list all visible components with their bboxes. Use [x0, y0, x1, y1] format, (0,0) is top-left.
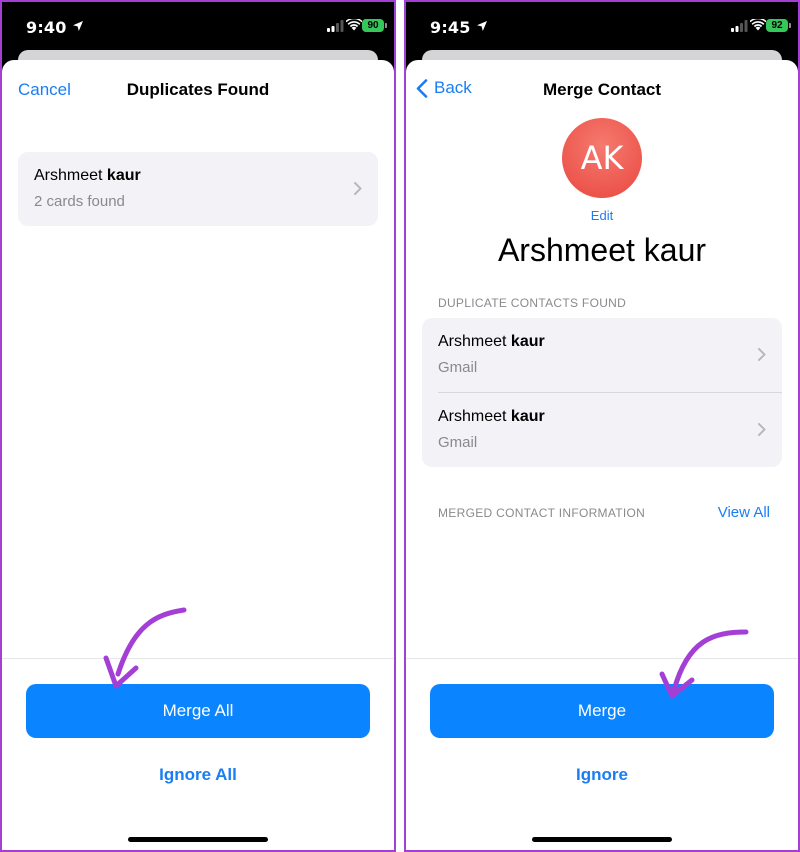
location-arrow-icon — [73, 21, 83, 31]
contact-name-heading: Arshmeet kaur — [497, 232, 707, 268]
action-footer: Merge All Ignore All — [2, 658, 394, 850]
nav-bar: Cancel Duplicates Found — [2, 60, 394, 118]
merge-button[interactable]: Merge — [430, 684, 774, 738]
merged-info-section-header: MERGED CONTACT INFORMATION — [438, 506, 646, 520]
duplicates-sheet: Cancel Duplicates Found Arshmeet kaur 2 … — [2, 60, 394, 850]
duplicate-contacts-list: Arshmeet kaur Gmail Arshmeet kaur Gmail — [422, 318, 782, 467]
edit-avatar-button[interactable]: Edit — [406, 208, 798, 223]
chevron-right-icon — [354, 182, 362, 195]
home-indicator — [532, 837, 672, 842]
status-time: 9:45 — [430, 18, 487, 37]
phone-screenshot-merge-contact: 9:45 92 Back Merge Contact AK Edit Arshm… — [404, 0, 800, 852]
contact-name: Arshmeet kaur — [438, 333, 545, 350]
merge-all-button[interactable]: Merge All — [26, 684, 370, 738]
location-arrow-icon — [477, 21, 487, 31]
wifi-icon — [750, 19, 766, 31]
status-bar: 9:45 92 — [406, 2, 798, 54]
home-indicator — [128, 837, 268, 842]
nav-bar: Back Merge Contact — [406, 60, 798, 118]
chevron-right-icon — [758, 348, 766, 361]
battery-icon: 92 — [766, 19, 791, 32]
status-time: 9:40 — [26, 18, 83, 37]
action-footer: Merge Ignore — [406, 658, 798, 850]
list-item[interactable]: Arshmeet kaur Gmail — [422, 318, 782, 392]
ignore-all-button[interactable]: Ignore All — [2, 765, 394, 785]
duplicate-contact-card[interactable]: Arshmeet kaur 2 cards found — [18, 152, 378, 226]
page-title: Merge Contact — [542, 80, 662, 99]
wifi-icon — [346, 19, 362, 31]
phone-screenshot-duplicates-found: 9:40 90 Cancel Duplicates Found Arshmeet… — [0, 0, 396, 852]
duplicates-section-header: DUPLICATE CONTACTS FOUND — [438, 296, 627, 310]
cellular-signal-icon — [731, 20, 748, 32]
contact-name: Arshmeet kaur — [438, 408, 545, 425]
view-all-button[interactable]: View All — [718, 504, 770, 521]
list-item[interactable]: Arshmeet kaur 2 cards found — [18, 152, 378, 226]
battery-icon: 90 — [362, 19, 387, 32]
status-bar: 9:40 90 — [2, 2, 394, 54]
cards-found-count: 2 cards found — [34, 193, 125, 210]
cellular-signal-icon — [327, 20, 344, 32]
merge-contact-sheet: Back Merge Contact AK Edit Arshmeet kaur… — [406, 60, 798, 850]
page-title: Duplicates Found — [126, 80, 270, 99]
avatar[interactable]: AK — [562, 118, 642, 198]
contact-source: Gmail — [438, 359, 478, 376]
chevron-right-icon — [758, 423, 766, 436]
contact-name: Arshmeet kaur — [34, 167, 141, 184]
ignore-button[interactable]: Ignore — [406, 765, 798, 785]
list-item[interactable]: Arshmeet kaur Gmail — [422, 393, 782, 467]
contact-source: Gmail — [438, 434, 478, 451]
